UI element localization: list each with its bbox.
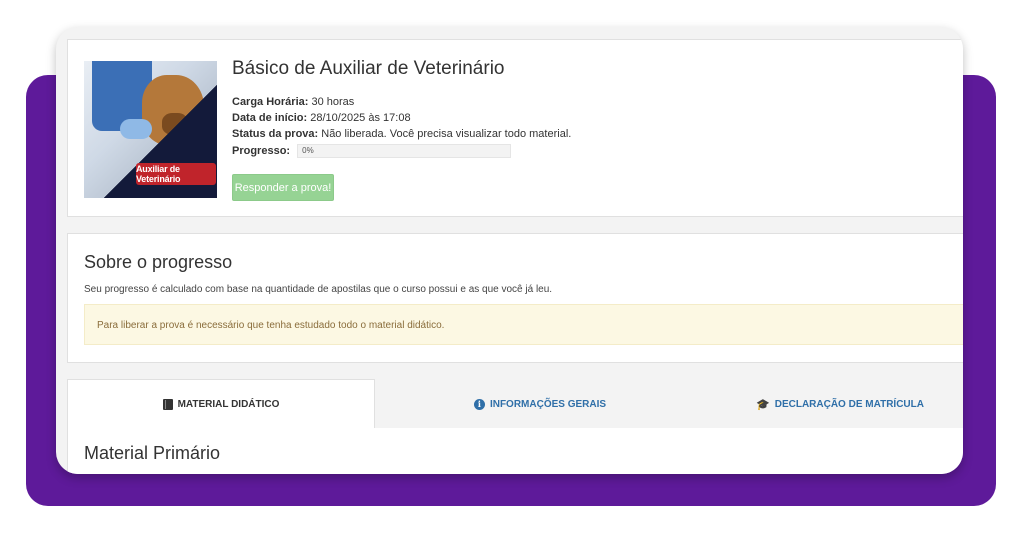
start-date-value: 28/10/2025 às 17:08 [310,112,411,124]
tab-declaracao-matricula[interactable]: 🎓 DECLARAÇÃO DE MATRÍCULA [705,379,963,429]
progress-section-description: Seu progresso é calculado com base na qu… [84,284,553,295]
tab-content-area: Material Primário [67,428,963,474]
tab-material-didatico[interactable]: MATERIAL DIDÁTICO [67,379,375,429]
start-date-label: Data de início: [232,112,308,124]
course-thumbnail: Auxiliar de Veterinário [84,61,217,198]
answer-exam-button[interactable]: Responder a prova! [232,174,334,201]
tab-informacoes-gerais-label: INFORMAÇÕES GERAIS [489,398,607,410]
screenshot-stage: Auxiliar de Veterinário Básico de Auxili… [0,0,1024,536]
info-icon: i [473,398,485,410]
progress-label: Progresso: [232,144,291,157]
tab-informacoes-gerais[interactable]: i INFORMAÇÕES GERAIS [375,379,705,429]
material-section-title: Material Primário [84,443,221,463]
start-date-row: Data de início: 28/10/2025 às 17:08 [232,112,411,124]
workload-label: Carga Horária: [232,96,309,108]
exam-unlock-alert: Para liberar a prova é necessário que te… [84,304,963,345]
exam-status-label: Status da prova: [232,128,319,140]
exam-unlock-alert-text: Para liberar a prova é necessário que te… [97,320,445,331]
exam-status-row: Status da prova: Não liberada. Você prec… [232,128,571,140]
exam-status-value: Não liberada. Você precisa visualizar to… [321,128,572,140]
graduation-cap-icon: 🎓 [756,398,770,411]
tab-material-didatico-label: MATERIAL DIDÁTICO [177,399,280,410]
progress-row: Progresso: 0% [232,144,512,158]
tab-declaracao-matricula-label: DECLARAÇÃO DE MATRÍCULA [774,398,924,410]
workload-row: Carga Horária: 30 horas [232,96,354,108]
thumbnail-banner: Auxiliar de Veterinário [136,163,216,185]
content-tabs: MATERIAL DIDÁTICO i INFORMAÇÕES GERAIS 🎓… [67,379,963,429]
browser-card: Auxiliar de Veterinário Básico de Auxili… [56,27,963,474]
progress-value: 0% [302,146,314,155]
progress-section-title: Sobre o progresso [84,252,233,272]
course-title: Básico de Auxiliar de Veterinário [232,58,505,79]
workload-value: 30 horas [311,96,355,108]
course-panel: Auxiliar de Veterinário Básico de Auxili… [67,39,963,217]
progress-bar: 0% [297,144,512,158]
book-icon [162,399,173,410]
progress-info-panel: Sobre o progresso Seu progresso é calcul… [67,233,963,363]
